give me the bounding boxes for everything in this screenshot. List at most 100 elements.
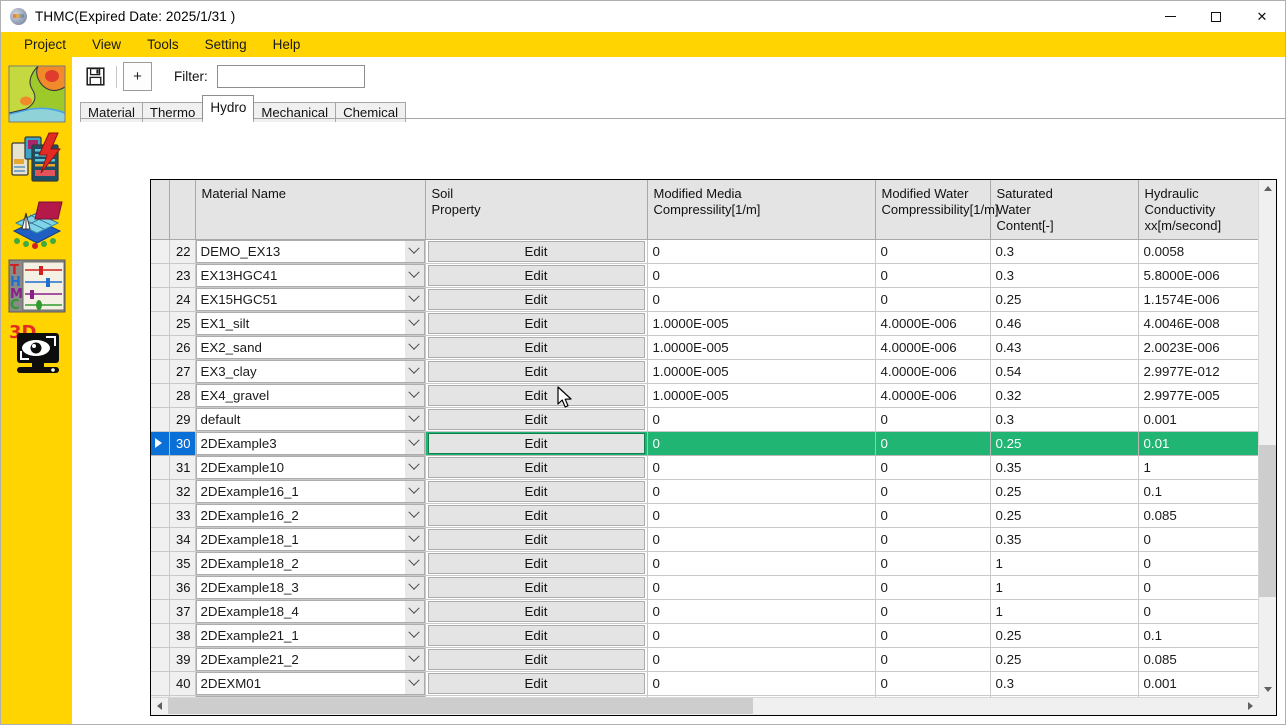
table-row[interactable]: 29defaultEdit000.30.0010.0010.00 <box>151 407 1259 432</box>
row-selector[interactable] <box>151 647 170 672</box>
modified-water-compressibility-cell[interactable]: 0 <box>875 527 991 552</box>
material-name-dropdown-button[interactable] <box>404 240 424 262</box>
modified-water-compressibility-cell[interactable]: 4.0000E-006 <box>875 383 991 408</box>
row-selector[interactable] <box>151 263 170 288</box>
material-name-combo[interactable]: 2DExample16_2 <box>195 503 426 528</box>
modified-media-compressility-cell[interactable]: 1.0000E-005 <box>647 335 876 360</box>
row-selector[interactable] <box>151 407 170 432</box>
modified-media-compressility-cell[interactable]: 0 <box>647 527 876 552</box>
3d-view-icon[interactable]: 3D <box>8 321 66 379</box>
saturated-water-content-cell[interactable]: 1 <box>990 551 1139 576</box>
soil-property-cell[interactable]: Edit <box>425 551 648 576</box>
material-name-dropdown-button[interactable] <box>404 480 424 502</box>
material-name-dropdown-button[interactable] <box>404 456 424 478</box>
row-selector[interactable] <box>151 575 170 600</box>
soil-property-cell[interactable]: Edit <box>425 239 648 264</box>
material-name-dropdown-button[interactable] <box>404 600 424 622</box>
soil-property-cell[interactable]: Edit <box>425 575 648 600</box>
scroll-down-button[interactable] <box>1259 681 1276 698</box>
material-name-dropdown-button[interactable] <box>404 552 424 574</box>
soil-property-cell[interactable]: Edit <box>425 455 648 480</box>
material-name-combo[interactable]: 2DExample10 <box>195 455 426 480</box>
hydraulic-conductivity-xx-cell[interactable]: 0.001 <box>1138 407 1259 432</box>
edit-button[interactable]: Edit <box>427 288 645 310</box>
hydraulic-conductivity-xx-cell[interactable]: 2.0023E-006 <box>1138 335 1259 360</box>
hydraulic-conductivity-xx-cell[interactable]: 0.085 <box>1138 647 1259 672</box>
edit-button[interactable]: Edit <box>427 576 645 598</box>
row-selector[interactable] <box>151 527 170 552</box>
table-row[interactable]: 28 EX4_gravel Edit 1.0000E-005 4.0000E-006 0.… <box>151 383 1259 408</box>
tab-thermo[interactable]: Thermo <box>141 102 204 122</box>
scroll-right-button[interactable] <box>1242 698 1259 714</box>
table-row[interactable]: 352DExample18_2Edit00100237 <box>151 551 1259 576</box>
hydraulic-conductivity-xx-cell[interactable]: 0.001 <box>1138 671 1259 696</box>
material-name-combo[interactable]: 2DExample21_1 <box>195 623 426 648</box>
saturated-water-content-cell[interactable]: 0.25 <box>990 647 1139 672</box>
soil-property-cell[interactable]: Edit <box>425 623 648 648</box>
material-name-dropdown-button[interactable] <box>404 624 424 646</box>
modified-water-compressibility-cell[interactable]: 0 <box>875 623 991 648</box>
material-name-combo[interactable]: EX4_gravel <box>195 383 426 408</box>
modified-media-compressility-cell[interactable]: 0 <box>647 551 876 576</box>
material-name-combo[interactable]: EX1_silt <box>195 311 426 336</box>
soil-property-cell[interactable]: Edit <box>425 359 648 384</box>
material-name-combo[interactable]: EX2_sand <box>195 335 426 360</box>
horizontal-scrollbar-thumb[interactable] <box>168 698 753 714</box>
modified-water-compressibility-cell[interactable]: 0 <box>875 287 991 312</box>
saturated-water-content-cell[interactable]: 0.35 <box>990 455 1139 480</box>
modified-media-compressility-cell[interactable]: 1.0000E-005 <box>647 359 876 384</box>
modified-media-compressility-cell[interactable]: 0 <box>647 287 876 312</box>
edit-button[interactable]: Edit <box>427 384 645 406</box>
hydraulic-conductivity-xx-cell[interactable]: 0 <box>1138 575 1259 600</box>
saturated-water-content-cell[interactable]: 0.25 <box>990 503 1139 528</box>
material-name-combo[interactable]: 2DExample18_2 <box>195 551 426 576</box>
saturated-water-content-cell[interactable]: 0.43 <box>990 335 1139 360</box>
modified-water-compressibility-cell[interactable]: 0 <box>875 671 991 696</box>
material-name-dropdown-button[interactable] <box>404 408 424 430</box>
soil-property-cell[interactable]: Edit <box>425 431 648 456</box>
hydraulic-conductivity-xx-cell[interactable]: 0.1 <box>1138 479 1259 504</box>
saturated-water-content-cell[interactable]: 0.3 <box>990 671 1139 696</box>
table-row[interactable]: 382DExample21_1Edit000.250.10.10 <box>151 623 1259 648</box>
modified-water-compressibility-cell[interactable]: 0 <box>875 263 991 288</box>
modified-media-compressility-cell[interactable]: 0 <box>647 575 876 600</box>
modified-water-compressibility-cell[interactable]: 4.0000E-006 <box>875 311 991 336</box>
menu-item-view[interactable]: View <box>79 32 134 57</box>
soil-property-cell[interactable]: Edit <box>425 383 648 408</box>
material-name-combo[interactable]: EX15HGC51 <box>195 287 426 312</box>
hydraulic-conductivity-xx-cell[interactable]: 1.1574E-006 <box>1138 287 1259 312</box>
table-row[interactable]: 26 EX2_sand Edit 1.0000E-005 4.0000E-006 0.43… <box>151 335 1259 360</box>
material-name-dropdown-button[interactable] <box>404 432 424 454</box>
material-name-dropdown-button[interactable] <box>404 648 424 670</box>
hydraulic-conductivity-xx-cell[interactable]: 0.085 <box>1138 503 1259 528</box>
hydraulic-conductivity-xx-cell[interactable]: 0.01 <box>1138 431 1259 456</box>
minimize-button[interactable] <box>1147 1 1193 32</box>
scroll-up-button[interactable] <box>1259 180 1276 197</box>
hydraulic-conductivity-xx-cell[interactable]: 5.8000E-006 <box>1138 263 1259 288</box>
menu-item-project[interactable]: Project <box>11 32 79 57</box>
modified-media-compressility-cell[interactable]: 0 <box>647 503 876 528</box>
material-name-combo[interactable]: 2DExample18_3 <box>195 575 426 600</box>
edit-button[interactable]: Edit <box>427 552 645 574</box>
edit-button[interactable]: Edit <box>427 456 645 478</box>
edit-button[interactable]: Edit <box>427 480 645 502</box>
soil-property-cell[interactable]: Edit <box>425 335 648 360</box>
material-name-dropdown-button[interactable] <box>404 384 424 406</box>
modified-water-compressibility-cell[interactable]: 0 <box>875 599 991 624</box>
edit-button[interactable]: Edit <box>427 672 645 694</box>
modified-media-compressility-cell[interactable]: 0 <box>647 671 876 696</box>
row-selector[interactable] <box>151 671 170 696</box>
material-name-combo[interactable]: default <box>195 407 426 432</box>
material-name-combo[interactable]: 2DExample21_2 <box>195 647 426 672</box>
table-row[interactable]: 25 EX1_silt Edit 1.0000E-005 4.0000E-006 0.46… <box>151 311 1259 336</box>
edit-button[interactable]: Edit <box>427 432 645 454</box>
saturated-water-content-cell[interactable]: 0.25 <box>990 431 1139 456</box>
row-selector[interactable] <box>151 623 170 648</box>
hydraulic-conductivity-xx-cell[interactable]: 0 <box>1138 599 1259 624</box>
modified-water-compressibility-cell[interactable]: 0 <box>875 479 991 504</box>
modified-water-compressibility-cell[interactable]: 0 <box>875 503 991 528</box>
material-name-dropdown-button[interactable] <box>404 312 424 334</box>
modified-water-compressibility-cell[interactable]: 0 <box>875 575 991 600</box>
soil-property-cell[interactable]: Edit <box>425 479 648 504</box>
modified-water-compressibility-cell[interactable]: 0 <box>875 647 991 672</box>
